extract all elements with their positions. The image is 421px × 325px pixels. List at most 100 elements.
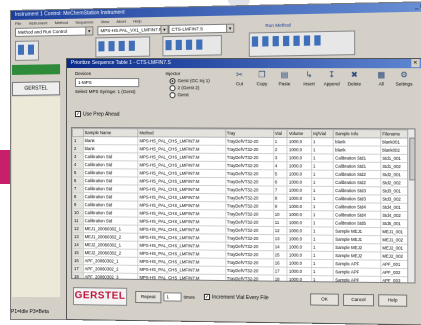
ok-button[interactable]: OK bbox=[310, 293, 339, 306]
chevron-down-icon[interactable]: ▼ bbox=[226, 24, 234, 32]
table-cell[interactable]: 1 bbox=[311, 145, 334, 154]
table-cell[interactable]: TrayDefVT32-20 bbox=[225, 145, 274, 154]
cut-button[interactable]: ✂ Cut bbox=[228, 69, 250, 91]
paste-button[interactable]: ▤ Paste bbox=[273, 69, 296, 91]
table-cell[interactable]: 1000.0 bbox=[287, 234, 312, 244]
column-header[interactable]: Tray bbox=[225, 129, 274, 138]
table-cell[interactable]: 1 bbox=[311, 210, 334, 219]
table-cell[interactable]: Calibration Std1 bbox=[333, 162, 381, 171]
table-cell[interactable]: 1 bbox=[311, 137, 334, 146]
row-number[interactable]: 8 bbox=[72, 192, 84, 201]
table-cell[interactable]: 1000.0 bbox=[287, 275, 312, 284]
all-button[interactable]: ▦ All bbox=[370, 69, 393, 91]
table-cell[interactable]: blank bbox=[83, 136, 138, 145]
table-cell[interactable]: 2 bbox=[273, 145, 288, 154]
table-cell[interactable]: TrayDefVT32-20 bbox=[225, 274, 274, 284]
menu-instrument[interactable]: Instrument bbox=[29, 20, 48, 25]
table-cell[interactable]: 1000.0 bbox=[287, 186, 312, 195]
table-cell[interactable]: 1000.0 bbox=[287, 178, 312, 187]
table-cell[interactable]: MPS-HS_PAL_CHS_LMFIN7.M bbox=[137, 273, 226, 283]
table-cell[interactable]: 1000.0 bbox=[287, 145, 312, 154]
menu-view[interactable]: View bbox=[101, 19, 110, 24]
column-header[interactable]: Volume bbox=[287, 129, 312, 138]
table-cell[interactable]: 5 bbox=[273, 169, 288, 179]
table-cell[interactable]: 10 bbox=[273, 210, 288, 219]
table-cell[interactable]: 1000.0 bbox=[287, 226, 312, 235]
column-header[interactable]: Sample Info bbox=[333, 129, 381, 138]
table-cell[interactable]: 12 bbox=[273, 226, 288, 235]
table-cell[interactable]: 1 bbox=[311, 170, 334, 179]
diagnostics-icons[interactable] bbox=[248, 30, 356, 57]
close-icon[interactable]: ✕ bbox=[411, 59, 420, 68]
table-cell[interactable]: 1000.0 bbox=[287, 194, 312, 203]
window-controls[interactable]: _ □ ✕ bbox=[415, 2, 421, 12]
table-cell[interactable]: 1 bbox=[311, 186, 334, 195]
table-cell[interactable]: TrayDefVT32-20 bbox=[225, 161, 274, 170]
method-icon[interactable] bbox=[95, 36, 151, 58]
menu-sequence[interactable]: Sequence bbox=[75, 19, 93, 24]
table-cell[interactable]: 8 bbox=[273, 194, 288, 203]
repeat-count-input[interactable]: 1 bbox=[163, 292, 182, 302]
delete-button[interactable]: ✖ Delete bbox=[343, 69, 366, 91]
table-cell[interactable]: 1 bbox=[311, 234, 334, 244]
injector-radio-1[interactable]: Gerst (GC Inj 1) bbox=[169, 78, 210, 85]
table-cell[interactable]: TrayDefVT32-20 bbox=[225, 153, 274, 162]
chevron-down-icon[interactable]: ▼ bbox=[85, 27, 93, 35]
table-cell[interactable]: 1 bbox=[311, 275, 334, 284]
table-cell[interactable]: 1000.0 bbox=[287, 153, 312, 162]
table-cell[interactable]: 1000.0 bbox=[287, 137, 312, 146]
column-header[interactable]: Sample Name bbox=[83, 128, 138, 137]
scroll-thumb[interactable] bbox=[409, 137, 416, 181]
row-number[interactable]: 4 bbox=[72, 160, 84, 169]
menu-method[interactable]: Method bbox=[55, 20, 68, 25]
injector-radio-2[interactable]: 2 (Gerst 2) bbox=[169, 85, 199, 92]
table-cell[interactable]: 1000.0 bbox=[287, 218, 312, 227]
table-cell[interactable]: 18 bbox=[273, 275, 288, 284]
row-number[interactable]: 1 bbox=[72, 136, 84, 145]
table-cell[interactable]: blank bbox=[333, 145, 381, 155]
table-cell[interactable]: TrayDefVT32-20 bbox=[225, 137, 274, 146]
table-cell[interactable]: 1 bbox=[311, 226, 334, 236]
row-number[interactable]: 7 bbox=[72, 184, 84, 193]
row-number[interactable]: 5 bbox=[72, 168, 84, 177]
row-number[interactable]: 14 bbox=[72, 240, 84, 249]
table-cell[interactable]: 11 bbox=[273, 218, 288, 227]
table-cell[interactable]: 1 bbox=[311, 243, 334, 252]
menu-abort[interactable]: Abort bbox=[116, 19, 126, 24]
table-cell[interactable]: 1000.0 bbox=[287, 210, 312, 219]
table-cell[interactable]: 1 bbox=[311, 259, 334, 268]
table-cell[interactable]: 1 bbox=[311, 251, 334, 260]
row-number[interactable]: 3 bbox=[72, 152, 84, 161]
table-cell[interactable]: 9 bbox=[273, 202, 288, 211]
injector-radio-3[interactable]: Gerst bbox=[169, 92, 189, 99]
row-number[interactable]: 16 bbox=[72, 256, 84, 265]
row-number[interactable]: 10 bbox=[72, 208, 84, 217]
device-select[interactable]: 1-MPS bbox=[74, 78, 140, 88]
row-number[interactable]: 11 bbox=[72, 216, 84, 225]
table-cell[interactable]: 1 bbox=[311, 202, 334, 211]
vertical-scrollbar[interactable] bbox=[407, 129, 416, 283]
cancel-button[interactable]: Cancel bbox=[343, 293, 375, 307]
row-number[interactable]: 13 bbox=[72, 232, 84, 241]
row-number[interactable]: 9 bbox=[72, 200, 84, 209]
gerstel-side-button[interactable]: GERSTEL bbox=[11, 81, 61, 96]
table-cell[interactable]: Calibration Std1 bbox=[333, 153, 381, 163]
table-cell[interactable]: 1000.0 bbox=[287, 242, 312, 252]
row-number[interactable]: 12 bbox=[72, 224, 84, 233]
column-header[interactable]: Vial bbox=[273, 129, 288, 138]
chevron-down-icon[interactable]: ▼ bbox=[160, 25, 168, 34]
table-cell[interactable]: 1 bbox=[311, 267, 334, 276]
table-cell[interactable]: 14 bbox=[273, 242, 288, 251]
row-number[interactable]: 18 bbox=[72, 272, 84, 281]
column-header[interactable] bbox=[72, 128, 84, 137]
copy-button[interactable]: ❐ Copy bbox=[251, 69, 273, 91]
table-cell[interactable]: 1000.0 bbox=[287, 267, 312, 276]
table-cell[interactable]: APF_20060302_3 bbox=[83, 272, 138, 282]
menu-help[interactable]: Help bbox=[133, 18, 141, 23]
menu-file[interactable]: File bbox=[15, 21, 21, 26]
increment-vial-checkbox[interactable]: ✓ Increment Vial Every File bbox=[203, 293, 269, 301]
table-cell[interactable]: 1 bbox=[311, 161, 334, 171]
table-cell[interactable]: 16 bbox=[273, 258, 288, 268]
table-cell[interactable]: 1000.0 bbox=[287, 250, 312, 260]
append-button[interactable]: ↧ Append bbox=[320, 69, 343, 91]
